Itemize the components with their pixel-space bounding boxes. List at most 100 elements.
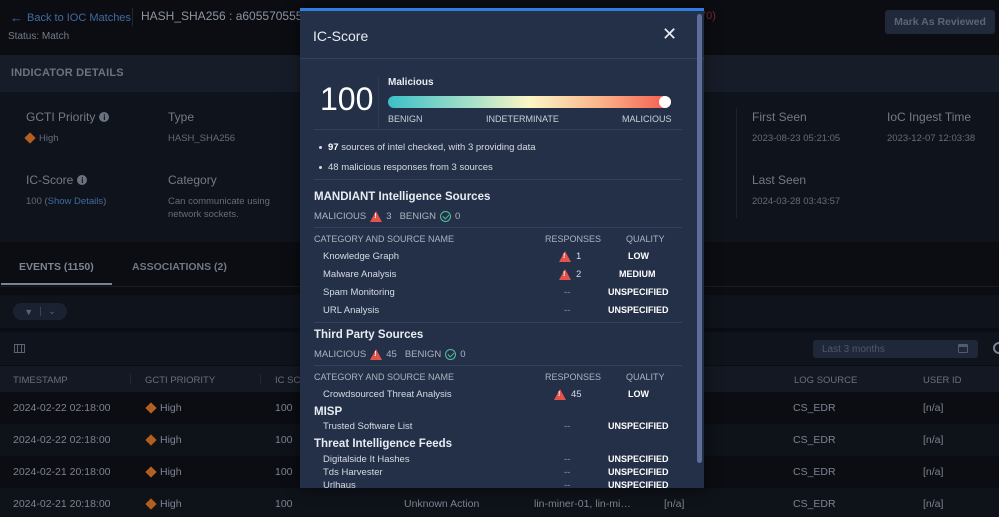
paren: ) — [103, 196, 107, 207]
column-header-gcti-priority[interactable]: GCTI PRIORITY — [145, 375, 215, 386]
action-cell: Unknown Action — [404, 498, 480, 510]
divider — [314, 179, 682, 180]
source-responses: -- — [564, 305, 571, 316]
mark-as-reviewed-button[interactable]: Mark As Reviewed — [885, 10, 995, 34]
column-divider[interactable] — [260, 374, 261, 384]
category-label: Category — [168, 173, 217, 187]
source-quality: LOW — [628, 389, 649, 399]
back-label: Back to IOC Matches — [27, 11, 131, 24]
warning-icon — [554, 389, 566, 400]
source-name: Crowdsourced Threat Analysis — [323, 389, 452, 400]
divider — [314, 322, 682, 323]
malicious-count: 3 — [386, 211, 392, 222]
divider — [736, 108, 737, 218]
close-icon[interactable]: ✕ — [662, 25, 677, 43]
source-row: URL Analysis -- UNSPECIFIED — [300, 305, 696, 321]
priority-high-icon — [145, 434, 157, 446]
source-row: Urlhaus -- UNSPECIFIED — [300, 480, 696, 488]
category-field: Category Can communicate using network s… — [168, 173, 288, 221]
gauge-label-malicious: MALICIOUS — [622, 114, 672, 124]
ingest-time-field: IoC Ingest Time 2023-12-07 12:03:38 — [887, 110, 975, 145]
column-header-responses: RESPONSES — [545, 372, 602, 382]
verdict-label: Malicious — [388, 77, 434, 88]
tab-associations[interactable]: ASSOCIATIONS (2) — [132, 261, 227, 273]
timestamp-cell: 2024-02-22 02:18:00 — [13, 434, 111, 446]
priority-value: High — [160, 498, 182, 510]
benign-count: 0 — [455, 211, 461, 222]
summary-malicious: 48 malicious responses from 3 sources — [319, 162, 493, 173]
bullet-icon — [319, 146, 322, 149]
last-seen-value: 2024-03-28 03:43:57 — [752, 196, 841, 207]
malicious-label: MALICIOUS — [314, 211, 367, 222]
back-to-ioc-matches-link[interactable]: ← Back to IOC Matches — [10, 10, 131, 25]
priority-high-icon — [145, 466, 157, 478]
score-cell: 100 — [275, 498, 293, 510]
source-responses: -- — [564, 480, 571, 488]
type-field: Type HASH_SHA256 — [168, 110, 235, 145]
check-circle-icon — [440, 211, 451, 222]
gcti-priority-field: GCTI Priority i High — [24, 110, 110, 145]
column-header-user-id[interactable]: USER ID — [923, 375, 962, 386]
score-cell: 100 — [275, 434, 293, 446]
source-name: Tds Harvester — [323, 467, 383, 478]
tab-events[interactable]: EVENTS (1150) — [19, 261, 94, 273]
extra-cell: [n/a] — [664, 498, 685, 510]
priority-value: High — [160, 402, 182, 414]
source-name: Urlhaus — [323, 480, 356, 488]
source-name: Spam Monitoring — [323, 287, 395, 298]
modal-scrollbar[interactable] — [697, 14, 702, 463]
show-details-link[interactable]: Show Details — [48, 196, 103, 207]
first-seen-label: First Seen — [752, 110, 807, 124]
status-text: Status: Match — [8, 31, 70, 42]
source-name: Digitalside It Hashes — [323, 454, 410, 465]
source-row: Trusted Software List -- UNSPECIFIED — [300, 421, 696, 437]
bullet-icon — [319, 166, 322, 169]
table-row[interactable]: 2024-02-21 20:18:00 High 100 Unknown Act… — [0, 488, 999, 517]
user-id-cell: [n/a] — [923, 434, 944, 446]
benign-count: 0 — [460, 349, 466, 360]
calendar-icon[interactable] — [958, 344, 968, 353]
priority-high-icon — [24, 132, 36, 145]
timestamp-cell: 2024-02-22 02:18:00 — [13, 402, 111, 414]
type-value: HASH_SHA256 — [168, 133, 236, 144]
ic-score-field: IC-Score i 100 (Show Details) — [26, 173, 106, 208]
priority-cell: High — [145, 466, 182, 478]
search-icon[interactable] — [993, 342, 999, 354]
info-icon[interactable]: i — [99, 112, 110, 122]
source-responses: -- — [564, 454, 571, 465]
info-icon[interactable]: i — [77, 175, 88, 185]
category-value: Can communicate using network sockets. — [168, 196, 270, 220]
source-quality: UNSPECIFIED — [608, 467, 669, 477]
responses-value: 45 — [571, 389, 582, 400]
priority-value: High — [160, 466, 182, 478]
divider — [314, 129, 682, 130]
hosts-cell: lin-miner-01, lin-mi… — [534, 498, 631, 510]
priority-high-icon — [145, 498, 157, 510]
column-header-responses: RESPONSES — [545, 234, 602, 244]
column-header-quality: QUALITY — [626, 234, 665, 244]
columns-icon[interactable] — [14, 344, 25, 353]
source-responses: 2 — [559, 269, 581, 280]
malicious-text: 48 malicious responses from 3 sources — [328, 162, 493, 173]
divider — [378, 77, 379, 127]
column-header-timestamp[interactable]: TIMESTAMP — [13, 375, 68, 386]
misp-section-title: MISP — [314, 406, 343, 418]
modal-title: IC-Score — [313, 28, 369, 44]
ic-score-modal: IC-Score ✕ 100 Malicious BENIGN INDETERM… — [300, 8, 704, 488]
ingest-time-value: 2023-12-07 12:03:38 — [887, 133, 976, 144]
filter-dropdown[interactable]: ▼ ⌄ — [13, 303, 67, 320]
source-name: Knowledge Graph — [323, 251, 400, 262]
malicious-label: MALICIOUS — [314, 349, 367, 360]
ic-score-label: IC-Score — [26, 173, 74, 187]
column-header-log-source[interactable]: LOG SOURCE — [794, 375, 857, 386]
first-seen-field: First Seen 2023-08-23 05:21:05 — [752, 110, 840, 145]
timestamp-cell: 2024-02-21 20:18:00 — [13, 466, 111, 478]
column-header-quality: QUALITY — [626, 372, 665, 382]
source-quality: UNSPECIFIED — [608, 287, 669, 297]
section-title: INDICATOR DETAILS — [11, 67, 124, 79]
date-range-input[interactable]: Last 3 months — [813, 340, 978, 358]
column-divider[interactable] — [130, 374, 131, 384]
last-seen-label: Last Seen — [752, 173, 807, 187]
sources-text: sources of intel checked, with 3 providi… — [341, 142, 536, 153]
warning-icon — [370, 211, 383, 222]
